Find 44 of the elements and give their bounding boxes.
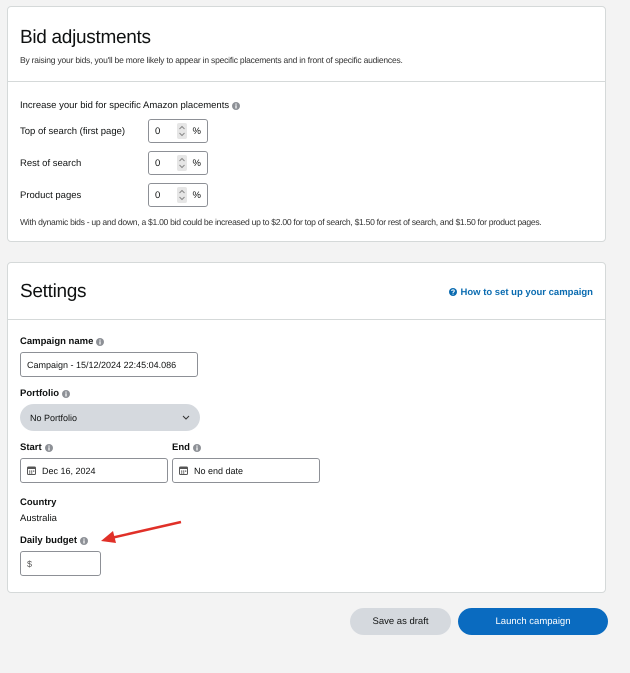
chevron-icon <box>182 415 190 420</box>
country-value: Australia <box>20 513 58 524</box>
end-date: No end date <box>194 466 244 476</box>
info-icon <box>96 338 104 346</box>
calendar-icon <box>179 466 188 475</box>
info-icon <box>192 444 201 452</box>
field-label: Country <box>20 497 56 508</box>
dynamic-bids-note: With dynamic bids - up and down, a $1.00 bid could be increased up to $2.00 for top of search, $1.50 for rest of search, and $1.50 for product pages. <box>20 217 542 227</box>
stepper-icon[interactable] <box>176 155 187 171</box>
help-icon <box>448 288 456 296</box>
field-label: Portfolio <box>20 388 60 399</box>
percent-field[interactable]: 0 % <box>148 183 208 207</box>
stepper-icon[interactable] <box>176 123 187 139</box>
info-icon <box>62 390 70 398</box>
placement-label: Top of search (first page) <box>20 126 126 136</box>
field-label: Start <box>20 442 42 453</box>
end-date-field[interactable]: No end date <box>172 458 320 483</box>
section-description: By raising your bids, you'll be more likely to appear in specific placements and in front of specific audiences. <box>20 55 404 65</box>
field-label: End <box>172 442 190 453</box>
section-title: Bid adjustments <box>20 27 152 49</box>
info-icon <box>80 536 88 544</box>
placement-label: Product pages <box>20 190 82 200</box>
percent-field[interactable]: 0 % <box>148 151 208 175</box>
portfolio-dropdown[interactable]: No Portfolio <box>20 404 200 431</box>
campaign-name-field[interactable]: Campaign - 15/12/2024 22:45:04.086 <box>20 352 198 377</box>
percent-field[interactable]: 0 % <box>148 119 208 143</box>
section-title: Settings <box>20 281 86 303</box>
daily-budget-field[interactable]: $ <box>20 551 101 576</box>
start-date-field[interactable]: Dec 16, 2024 <box>20 458 168 483</box>
launch-button[interactable]: Launch campaign <box>458 608 608 635</box>
stepper-icon[interactable] <box>176 187 187 203</box>
placements-heading: Increase your bid for specific Amazon placements <box>20 100 230 111</box>
info-icon <box>232 102 240 110</box>
placement-label: Rest of search <box>20 158 82 168</box>
help-link[interactable]: How to set up your campaign <box>448 286 593 298</box>
start-date: Dec 16, 2024 <box>42 466 96 476</box>
calendar-icon <box>27 466 36 475</box>
field-label: Daily budget <box>20 535 78 546</box>
info-icon <box>44 444 53 452</box>
percent-unit: % <box>192 158 201 168</box>
draft-button[interactable]: Save as draft <box>350 608 451 635</box>
percent-unit: % <box>192 190 201 200</box>
percent-unit: % <box>192 126 201 136</box>
field-label: Campaign name <box>20 336 94 347</box>
